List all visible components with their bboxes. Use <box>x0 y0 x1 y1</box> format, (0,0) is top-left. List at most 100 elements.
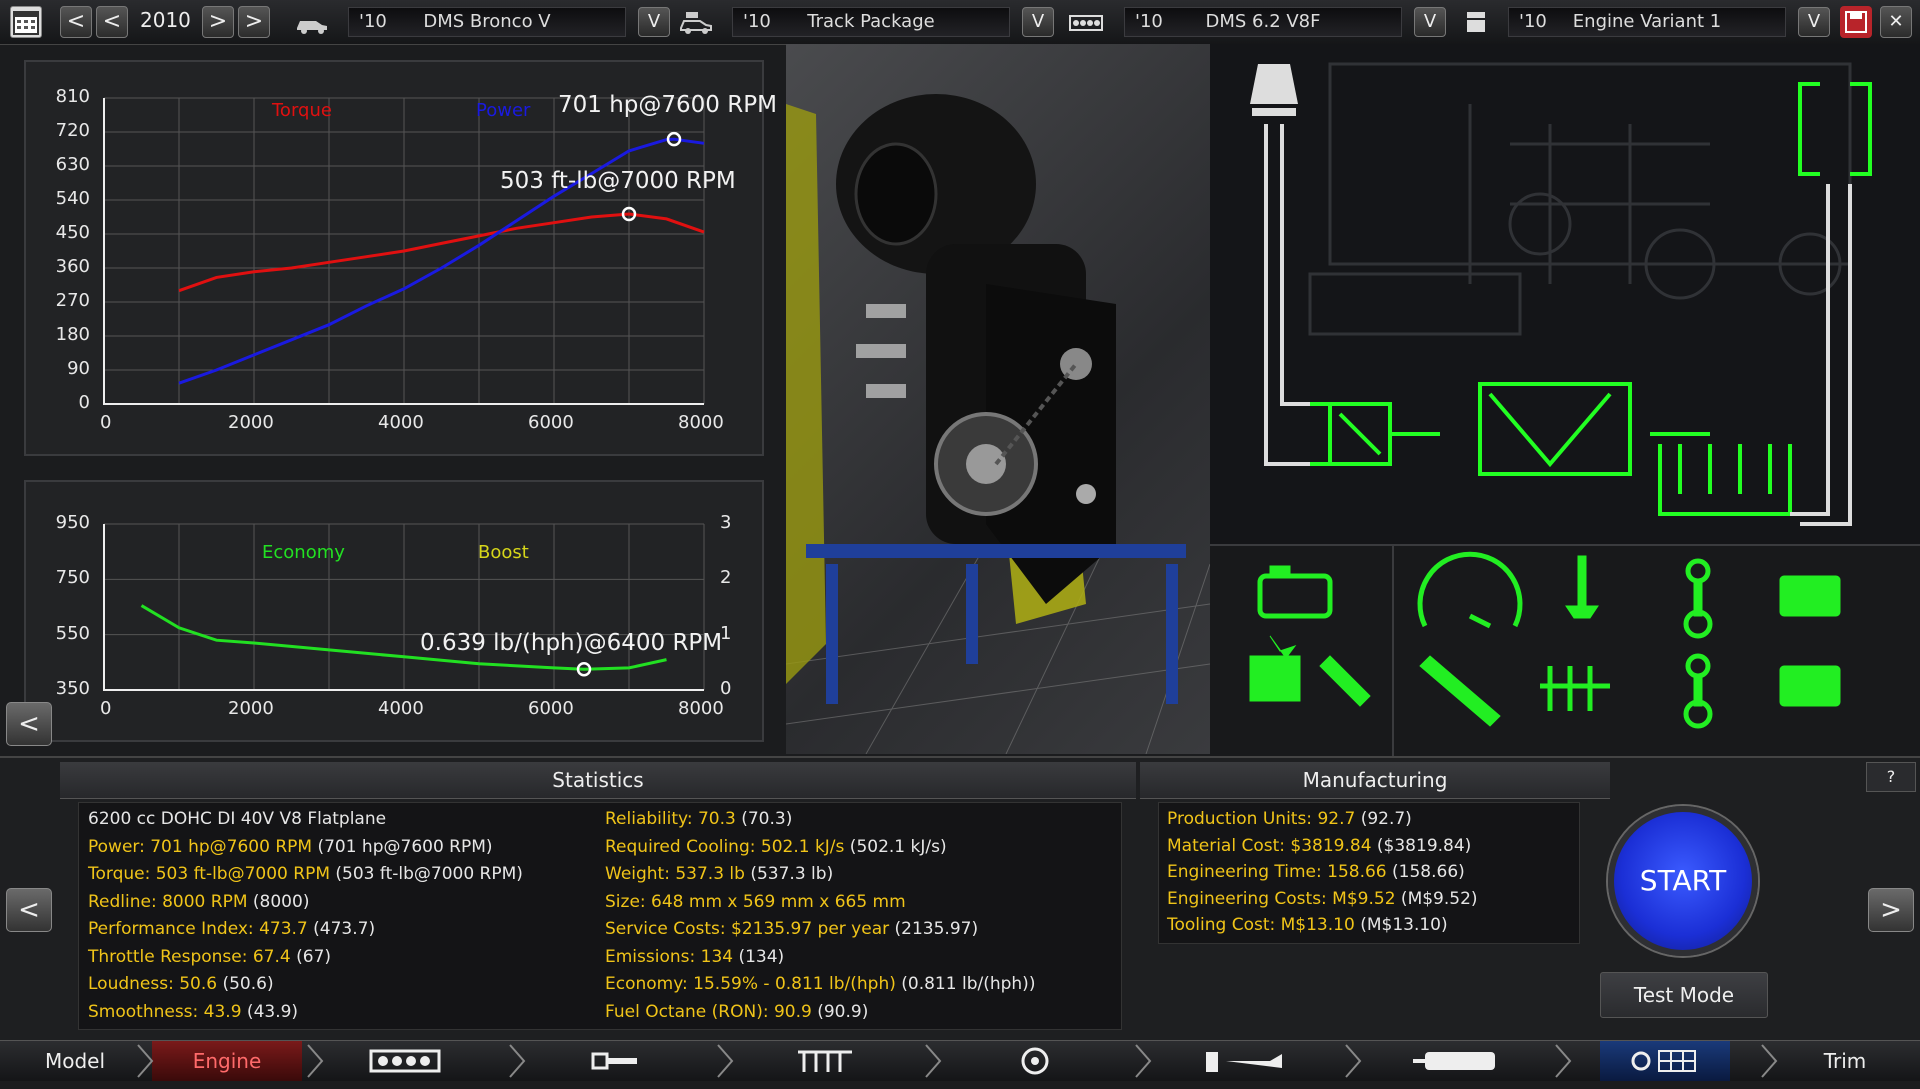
stat-base-value: (M$9.52) <box>1395 888 1478 909</box>
x-tick-label: 2000 <box>228 698 274 719</box>
nav-crank[interactable] <box>550 1041 680 1081</box>
stat-value: Reliability: 70.3 <box>605 809 736 829</box>
y-tick-label: 270 <box>55 290 90 311</box>
help-button[interactable]: ? <box>1866 762 1916 792</box>
nav-exhaust[interactable] <box>1390 1041 1520 1081</box>
back-button[interactable]: < <box>6 702 52 746</box>
damaged-piston-icon <box>1249 635 1301 702</box>
nav-engine[interactable]: Engine <box>152 1041 302 1081</box>
calendar-icon[interactable] <box>10 6 42 38</box>
engine-family-select[interactable]: '10 DMS 6.2 V8F <box>1124 7 1402 37</box>
stat-value: Size: 648 mm x 569 mm x 665 mm <box>605 891 906 912</box>
car-model-icon <box>297 21 327 34</box>
stat-line: Performance Index: 473.7 (473.7) <box>88 919 375 939</box>
nav-model[interactable]: Model <box>20 1041 130 1081</box>
engine-variant-dropdown-button[interactable]: V <box>1798 7 1830 37</box>
y2-tick-label: 0 <box>720 678 732 699</box>
engine-variant-name: Engine Variant 1 <box>1572 11 1722 32</box>
nav-chevron-icon <box>925 1044 942 1078</box>
year-next-fast-button[interactable]: > <box>238 6 270 38</box>
nav-ecu[interactable] <box>1600 1041 1730 1081</box>
nav-chevron-icon <box>137 1044 154 1078</box>
save-icon[interactable] <box>1840 6 1872 38</box>
boost-legend: Boost <box>478 542 529 563</box>
trim-dropdown-button[interactable]: V <box>1022 7 1054 37</box>
nav-fuel[interactable] <box>1180 1041 1310 1081</box>
economy-peak-label: 0.639 lb/(hph)@6400 RPM <box>420 630 723 656</box>
nav-trim[interactable]: Trim <box>1790 1041 1900 1081</box>
ecu-nav-icon <box>1631 1050 1696 1072</box>
trim-name: Track Package <box>807 11 935 32</box>
stat-line: Torque: 503 ft-lb@7000 RPM (503 ft-lb@70… <box>88 864 523 884</box>
stat-base-value: ($3819.84) <box>1371 835 1472 856</box>
spark-plug-icon <box>1319 655 1371 707</box>
test-mode-button[interactable]: Test Mode <box>1600 972 1768 1018</box>
top-toolbar: < < 2010 > > '10 DMS Bronco V V '10 Trac… <box>0 0 1920 45</box>
stat-line: Redline: 8000 RPM (8000) <box>88 892 309 912</box>
engine-3d-view[interactable] <box>786 44 1210 754</box>
stat-value: Throttle Response: 67.4 <box>88 946 291 967</box>
intake-nav-icon <box>798 1050 852 1072</box>
engine-variant-select[interactable]: '10 Engine Variant 1 <box>1508 7 1786 37</box>
year-prev-fast-button[interactable]: < <box>60 6 92 38</box>
x-tick-label: 8000 <box>678 412 724 433</box>
stats-next-button[interactable]: > <box>1868 888 1914 932</box>
start-button[interactable]: START <box>1608 806 1758 956</box>
stat-line: Material Cost: $3819.84 ($3819.84) <box>1167 836 1471 856</box>
close-button[interactable]: ✕ <box>1880 6 1912 38</box>
crankshaft-nav-icon <box>591 1052 637 1070</box>
x-tick-label: 6000 <box>528 412 574 433</box>
stat-base-value: (502.1 kJ/s) <box>844 836 947 857</box>
piston-top-icon <box>1779 575 1841 617</box>
stat-value: Loudness: 50.6 <box>88 974 218 994</box>
y-tick-label: 540 <box>55 188 90 209</box>
engine-check-icon <box>1257 565 1333 619</box>
stat-base-value: (M$13.10) <box>1354 915 1448 935</box>
fuel-nav-icon <box>1206 1052 1282 1072</box>
stat-line: Fuel Octane (RON): 90.9 (90.9) <box>605 1002 868 1022</box>
stat-line: Production Units: 92.7 (92.7) <box>1167 809 1412 829</box>
turbo-nav-icon <box>1021 1047 1049 1075</box>
statistics-header: Statistics <box>60 762 1136 799</box>
stat-value: Weight: 537.3 lb <box>605 864 745 884</box>
nav-turbo[interactable] <box>970 1041 1100 1081</box>
model-dropdown-button[interactable]: V <box>638 7 670 37</box>
y-tick-label: 810 <box>55 86 90 107</box>
torque-peak-label: 503 ft-lb@7000 RPM <box>500 168 736 194</box>
x-tick-label: 0 <box>100 412 112 433</box>
nav-chevron-icon <box>1761 1044 1778 1078</box>
rod-icon <box>1683 653 1713 729</box>
stat-line: Emissions: 134 (134) <box>605 947 784 967</box>
stat-value: Production Units: 92.7 <box>1167 809 1356 829</box>
stat-line: Power: 701 hp@7600 RPM (701 hp@7600 RPM) <box>88 837 493 857</box>
stat-value: Power: 701 hp@7600 RPM <box>88 836 313 857</box>
nav-intake[interactable] <box>760 1041 890 1081</box>
y-tick-label: 180 <box>55 324 90 345</box>
trim-select[interactable]: '10 Track Package <box>732 7 1010 37</box>
engine-family-dropdown-button[interactable]: V <box>1414 7 1446 37</box>
stat-base-value: (0.811 lb/(hph)) <box>895 974 1036 994</box>
camshaft-icon <box>1540 666 1610 711</box>
start-label: START <box>1639 864 1727 897</box>
component-grid <box>1210 544 1920 756</box>
exhaust-nav-icon <box>1413 1052 1495 1070</box>
intake-runner-icon <box>1565 555 1599 619</box>
year-next-button[interactable]: > <box>202 6 234 38</box>
tuning-wrench-icon <box>1419 655 1501 727</box>
x-tick-label: 2000 <box>228 412 274 433</box>
power-torque-chart <box>103 97 705 405</box>
stats-prev-button[interactable]: < <box>6 888 52 932</box>
nav-chevron-icon <box>307 1044 324 1078</box>
car-trim-icon <box>680 12 712 34</box>
model-select[interactable]: '10 DMS Bronco V <box>348 7 626 37</box>
stat-base-value: (537.3 lb) <box>744 864 834 884</box>
nav-engine-block[interactable] <box>340 1041 470 1081</box>
engine-block-icon <box>1069 15 1103 31</box>
y2-tick-label: 3 <box>720 512 732 533</box>
y2-tick-label: 2 <box>720 567 732 589</box>
year-prev-button[interactable]: < <box>96 6 128 38</box>
stat-base-value: (50.6) <box>217 974 274 994</box>
y-tick-label: 630 <box>55 154 90 175</box>
stat-line: Engineering Time: 158.66 (158.66) <box>1167 862 1465 882</box>
air-filter-icon <box>1250 64 1298 104</box>
